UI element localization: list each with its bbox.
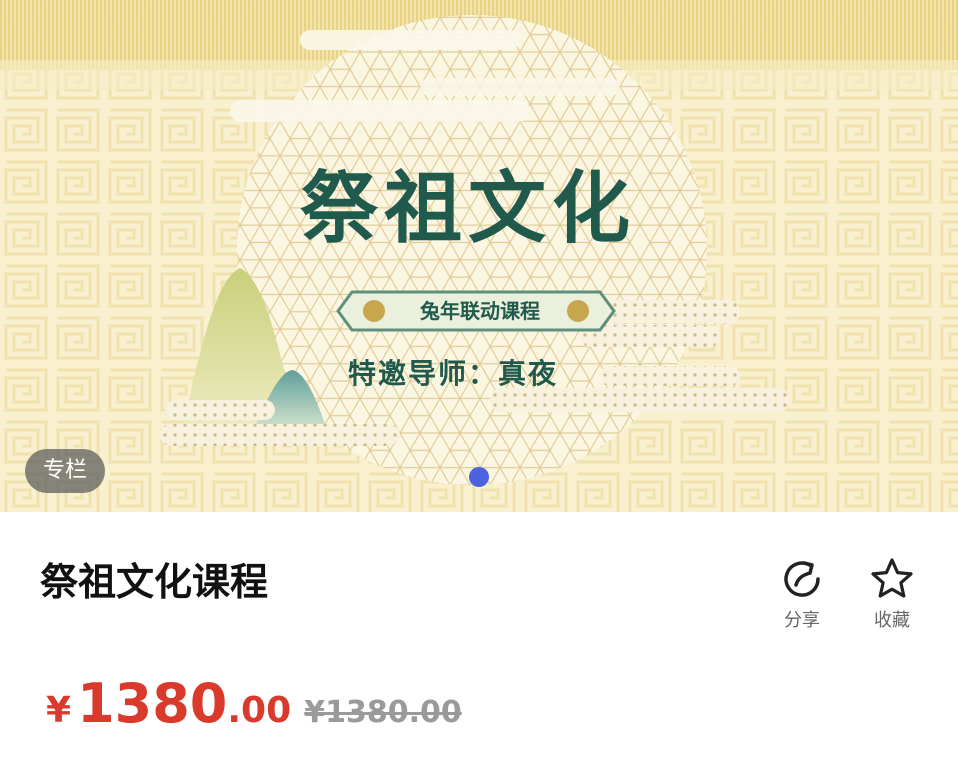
favorite-label: 收藏 (874, 610, 910, 631)
course-title: 祭祖文化课程 (40, 560, 269, 604)
banner-mentor-text: 特邀导师：真夜 (348, 357, 559, 390)
banner-subtitle: 兔年联动课程 (420, 299, 540, 323)
column-tag-badge: 专栏 (25, 449, 105, 493)
share-button[interactable]: 分享 (767, 555, 837, 633)
price-row: ¥1380.00 ¥1380.00 (46, 672, 462, 736)
banner-title: 祭祖文化 (299, 163, 636, 254)
currency-symbol: ¥ (46, 690, 72, 731)
share-icon (767, 555, 837, 603)
current-price-integer: 1380 (77, 672, 228, 735)
star-icon (857, 555, 927, 603)
course-banner[interactable]: 祭祖文化 兔年联动课程 特邀导师：真夜 专栏 (0, 0, 958, 512)
current-price: ¥1380.00 (46, 672, 291, 735)
share-label: 分享 (784, 610, 820, 631)
favorite-button[interactable]: 收藏 (857, 555, 927, 633)
current-price-decimal: .00 (227, 690, 292, 731)
course-detail-page: 祭祖文化 兔年联动课程 特邀导师：真夜 专栏 祭祖文化课程 分享 收藏 ¥138… (0, 0, 958, 784)
banner-artwork (0, 0, 958, 512)
carousel-indicator-dot[interactable] (469, 467, 489, 487)
original-price: ¥1380.00 (304, 695, 462, 730)
